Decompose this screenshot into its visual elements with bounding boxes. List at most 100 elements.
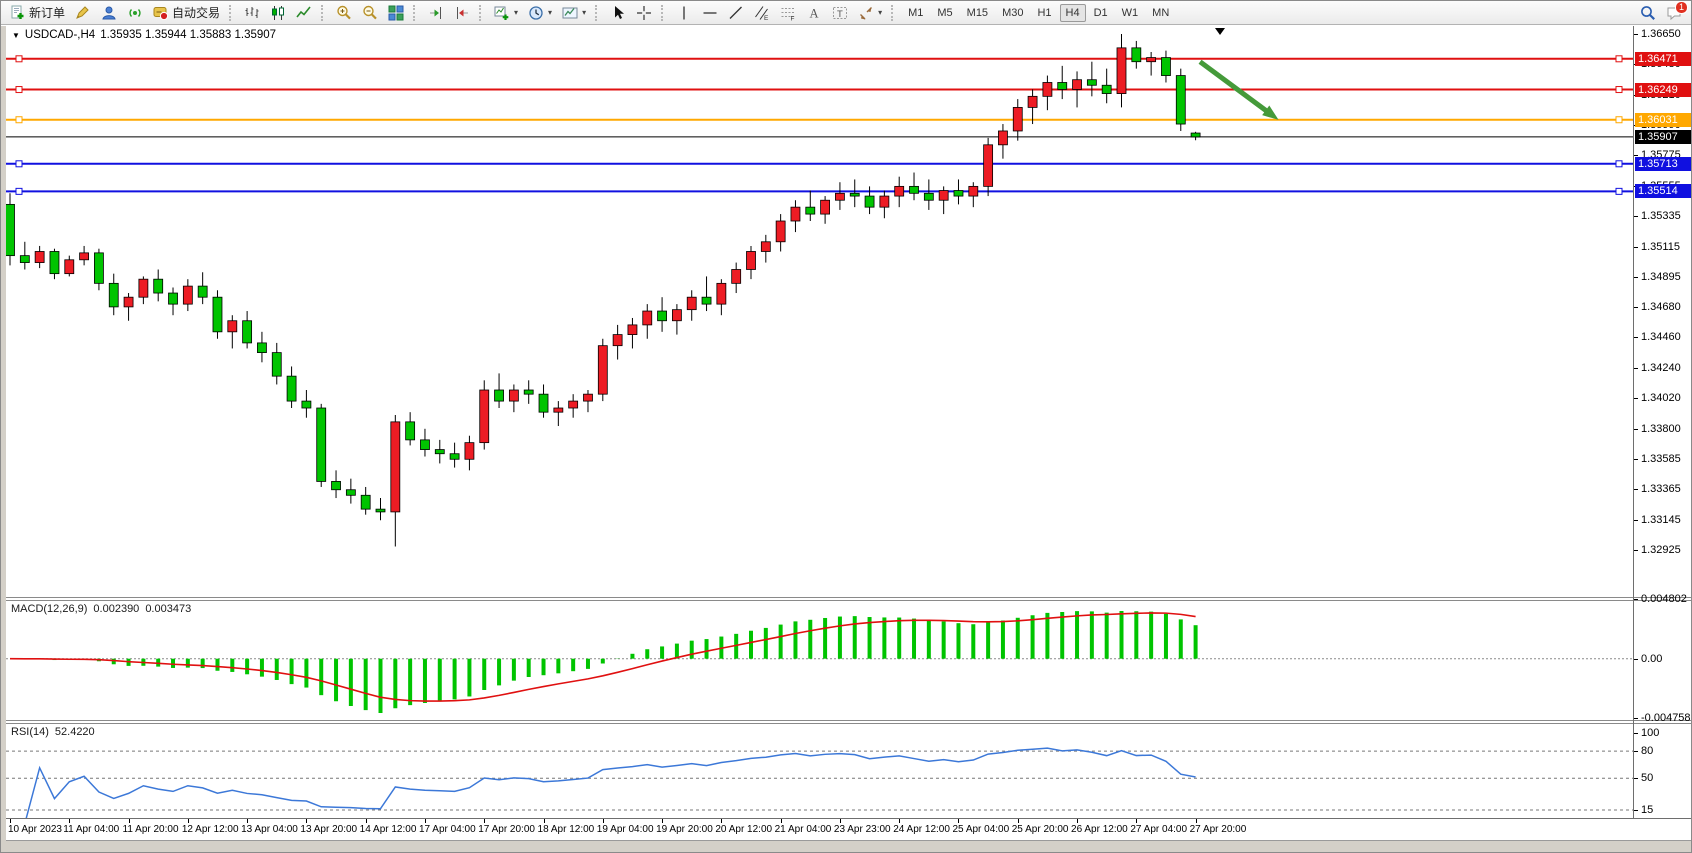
candle-body	[465, 443, 474, 460]
time-tick	[188, 819, 189, 823]
candle-body	[287, 376, 296, 401]
trend-arrow[interactable]	[1200, 62, 1271, 114]
candle-body	[554, 408, 563, 412]
candle-body	[776, 221, 785, 242]
candle-body	[954, 191, 963, 197]
fibonacci-button[interactable]: F	[776, 2, 800, 24]
macd-chart[interactable]	[6, 601, 1633, 720]
new-order-button[interactable]: 新订单	[6, 2, 69, 24]
candlestick-button[interactable]	[266, 2, 290, 24]
axis-tick	[1634, 429, 1638, 430]
candle-body	[1073, 80, 1082, 90]
line-handle[interactable]	[1616, 161, 1622, 167]
macd-name: MACD(12,26,9)	[11, 603, 87, 615]
line-handle[interactable]	[16, 87, 22, 93]
horizontal-line-button[interactable]	[698, 2, 722, 24]
candle-body	[272, 353, 281, 377]
line-chart-button[interactable]	[292, 2, 316, 24]
zoom-in-button[interactable]	[332, 2, 356, 24]
price-tick-label: 1.35335	[1641, 210, 1681, 222]
candle-body	[406, 422, 415, 440]
macd-panel[interactable]: MACD(12,26,9) 0.002390 0.003473	[6, 601, 1633, 720]
chevron-down-icon[interactable]: ▾	[582, 8, 586, 17]
timeframe-button-d1[interactable]: D1	[1088, 4, 1114, 22]
chat-button[interactable]: 1	[1662, 2, 1686, 24]
candle-body	[1102, 85, 1111, 93]
ohlc-quote-label: 1.35935 1.35944 1.35883 1.35907	[100, 29, 276, 41]
rsi-panel[interactable]: RSI(14) 52.4220	[6, 724, 1633, 818]
chevron-down-icon[interactable]: ▾	[514, 8, 518, 17]
profile-button[interactable]	[97, 2, 121, 24]
trendline-icon	[728, 5, 744, 21]
chart-window: ▼ USDCAD-,H4 1.35935 1.35944 1.35883 1.3…	[1, 26, 1691, 852]
metaeditor-button[interactable]	[71, 2, 95, 24]
bars-chart-icon	[244, 5, 260, 21]
text-label-button[interactable]: T	[828, 2, 852, 24]
time-axis[interactable]: 10 Apr 202311 Apr 04:0011 Apr 20:0012 Ap…	[6, 818, 1691, 841]
cursor-icon	[610, 5, 626, 21]
candle-body	[702, 297, 711, 304]
line-handle[interactable]	[1616, 56, 1622, 62]
price-chart-panel[interactable]: ▼ USDCAD-,H4 1.35935 1.35944 1.35883 1.3…	[6, 26, 1633, 597]
tile-windows-icon	[388, 5, 404, 21]
chart-shift-marker-icon[interactable]	[1215, 28, 1225, 35]
time-tick	[1136, 819, 1137, 823]
time-tick	[1196, 819, 1197, 823]
templates-button[interactable]: ▾	[558, 2, 590, 24]
channel-button[interactable]: E	[750, 2, 774, 24]
one-click-trading-caret-icon[interactable]: ▼	[12, 31, 20, 40]
chevron-down-icon[interactable]: ▾	[878, 8, 882, 17]
crosshair-button[interactable]	[632, 2, 656, 24]
text-button[interactable]: A	[802, 2, 826, 24]
auto-scroll-button[interactable]	[424, 2, 448, 24]
chart-shift-button[interactable]	[450, 2, 474, 24]
candle-body	[198, 286, 207, 297]
axis-tick	[1634, 778, 1638, 779]
cursor-button[interactable]	[606, 2, 630, 24]
chevron-down-icon[interactable]: ▾	[548, 8, 552, 17]
signals-button[interactable]	[123, 2, 147, 24]
search-button[interactable]	[1636, 2, 1660, 24]
macd-tick-label: -0.004758	[1641, 712, 1691, 724]
line-handle[interactable]	[1616, 188, 1622, 194]
candle-body	[613, 335, 622, 346]
candle-body	[998, 131, 1007, 145]
candle-body	[139, 279, 148, 297]
timeframe-button-w1[interactable]: W1	[1116, 4, 1145, 22]
candle-body	[583, 394, 592, 401]
vertical-line-button[interactable]	[672, 2, 696, 24]
line-handle[interactable]	[16, 188, 22, 194]
line-handle[interactable]	[16, 161, 22, 167]
timeframe-button-m1[interactable]: M1	[902, 4, 929, 22]
time-tick-label: 27 Apr 20:00	[1190, 824, 1247, 835]
time-tick-label: 25 Apr 04:00	[952, 824, 1009, 835]
rsi-chart[interactable]	[6, 724, 1633, 818]
trendline-button[interactable]	[724, 2, 748, 24]
line-handle[interactable]	[1616, 117, 1622, 123]
timeframe-button-h4[interactable]: H4	[1060, 4, 1086, 22]
axis-tick	[1634, 307, 1638, 308]
timeframe-button-m15[interactable]: M15	[961, 4, 994, 22]
line-handle[interactable]	[1616, 87, 1622, 93]
candlestick-chart[interactable]	[6, 26, 1633, 597]
indicators-button[interactable]: ▾	[490, 2, 522, 24]
candle-body	[450, 454, 459, 460]
price-tick-label: 1.34020	[1641, 392, 1681, 404]
zoom-out-button[interactable]	[358, 2, 382, 24]
line-handle[interactable]	[16, 117, 22, 123]
candle-body	[302, 401, 311, 408]
fibonacci-icon: F	[780, 5, 796, 21]
candle-body	[1147, 58, 1156, 62]
axis-tick	[1634, 368, 1638, 369]
autotrading-button[interactable]: 自动交易	[149, 2, 224, 24]
timeframe-button-mn[interactable]: MN	[1146, 4, 1175, 22]
line-handle[interactable]	[16, 56, 22, 62]
timeframe-button-h1[interactable]: H1	[1031, 4, 1057, 22]
bars-chart-button[interactable]	[240, 2, 264, 24]
axis-tick	[1634, 337, 1638, 338]
timeframe-button-m5[interactable]: M5	[931, 4, 958, 22]
arrows-button[interactable]: ▾	[854, 2, 886, 24]
periods-button[interactable]: ▾	[524, 2, 556, 24]
tile-windows-button[interactable]	[384, 2, 408, 24]
timeframe-button-m30[interactable]: M30	[996, 4, 1029, 22]
